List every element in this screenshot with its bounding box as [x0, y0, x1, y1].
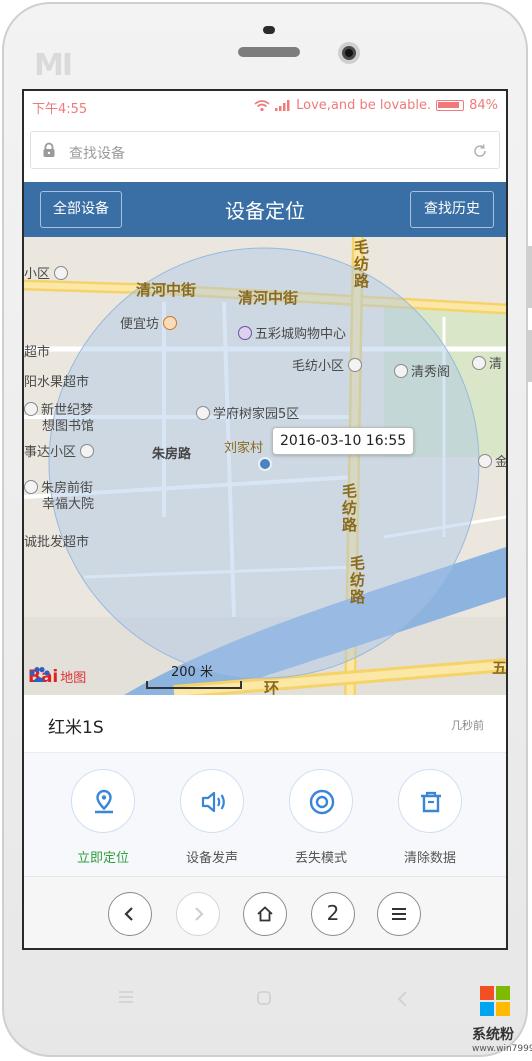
poi-label: 毛纺小区	[292, 355, 365, 374]
road-label: 环	[264, 679, 280, 695]
poi-label: 金	[478, 451, 506, 470]
erase-data-label: 清除数据	[403, 851, 456, 866]
device-name: 红米1S	[48, 718, 104, 738]
poi-label: 诚批发超市	[24, 535, 90, 550]
power-button[interactable]	[528, 330, 532, 382]
browser-nav-bar: 2	[24, 876, 506, 948]
lock-icon	[43, 142, 55, 157]
front-camera	[338, 42, 360, 64]
status-time: 下午4:55	[32, 102, 88, 117]
app-header: 全部设备 设备定位 查找历史	[24, 182, 506, 237]
poi-label: 刘家村	[224, 441, 264, 456]
play-sound-label: 设备发声	[185, 851, 238, 866]
poi-label: 幸福大院	[42, 497, 95, 512]
poi-label: 超市	[24, 345, 51, 360]
poi-label: 阳水果超市	[24, 375, 90, 390]
home-icon	[257, 906, 273, 922]
chevron-right-icon	[195, 907, 204, 921]
poi-label: 清	[472, 353, 502, 372]
location-icon	[95, 789, 113, 814]
refresh-icon[interactable]	[471, 142, 489, 160]
baidu-map-logo: Bai 地图	[28, 667, 86, 687]
battery-icon	[436, 100, 465, 111]
wifi-icon	[254, 99, 270, 111]
paw-icon	[29, 667, 50, 682]
lost-mode-button[interactable]: 丢失模式	[276, 769, 366, 866]
road-label: 清河中街	[136, 281, 197, 299]
last-seen: 几秒前	[451, 719, 484, 732]
hardware-back-icon[interactable]	[396, 990, 410, 1008]
poi-label: 事达小区	[24, 441, 97, 460]
map-view[interactable]: 清河中街 清河中街 毛纺路 毛纺路 毛纺路 朱房路 小区 便宜坊 五彩城购物中心…	[24, 237, 506, 695]
target-icon	[309, 789, 335, 815]
watermark-url: www.win7999.com	[472, 1044, 532, 1054]
battery-percent: 84%	[469, 98, 498, 113]
back-button[interactable]	[108, 892, 152, 936]
signal-icon	[275, 100, 290, 111]
menu-icon	[392, 908, 406, 920]
forward-button[interactable]	[176, 892, 220, 936]
road-label: 清河中街	[238, 289, 299, 307]
mi-logo: MI	[34, 48, 73, 83]
locate-now-button[interactable]: 立即定位	[58, 769, 148, 866]
action-bar: 立即定位 设备发声 丢失模式 清除数据	[24, 753, 506, 876]
tabs-button[interactable]: 2	[311, 892, 355, 936]
hardware-home-icon[interactable]	[256, 990, 272, 1006]
url-bar[interactable]: 查找设备	[30, 131, 500, 169]
sensor	[263, 26, 275, 34]
scale-label: 200 米	[171, 665, 213, 680]
poi-label: 便宜坊	[120, 313, 180, 332]
status-bar: 下午4:55 Love,and be lovable. 84%	[24, 91, 506, 123]
screen: 下午4:55 Love,and be lovable. 84% 查找设备 全部设…	[22, 89, 508, 950]
baidu-map-suffix: 地图	[60, 671, 87, 686]
menu-button[interactable]	[377, 892, 421, 936]
volume-button[interactable]	[528, 246, 532, 308]
device-row[interactable]: 红米1S 几秒前	[24, 695, 506, 753]
road-label: 五	[492, 659, 506, 677]
erase-data-button[interactable]: 清除数据	[385, 769, 475, 866]
road-label: 毛纺路	[342, 482, 358, 534]
earpiece-speaker	[238, 47, 300, 57]
poi-label: 学府树家园5区	[196, 403, 299, 422]
watermark: 系统粉 www.win7999.com	[472, 978, 532, 1058]
status-carrier: Love,and be lovable.	[296, 98, 432, 113]
speaker-icon	[201, 791, 225, 813]
trash-icon	[421, 791, 441, 813]
map-scale: 200 米	[146, 665, 242, 689]
poi-label: 小区	[24, 263, 71, 282]
hardware-menu-icon[interactable]	[117, 990, 135, 1004]
poi-label: 清秀阁	[394, 361, 450, 380]
chevron-left-icon	[124, 907, 133, 921]
location-timestamp: 2016-03-10 16:55	[272, 427, 415, 455]
hardware-keys	[0, 990, 532, 1020]
road-label: 毛纺路	[350, 554, 366, 606]
home-button[interactable]	[243, 892, 287, 936]
poi-label: 五彩城购物中心	[238, 323, 346, 342]
watermark-title: 系统粉	[472, 1027, 514, 1043]
device-location-marker[interactable]	[258, 457, 272, 471]
find-history-button[interactable]: 查找历史	[410, 191, 494, 228]
phone-frame: MI 下午4:55 Love,and be lovable. 84% 查找设备 …	[0, 0, 532, 1061]
windows-logo-icon	[480, 986, 510, 1016]
poi-label: 想图书馆	[42, 419, 95, 434]
url-bar-text[interactable]: 查找设备	[69, 143, 125, 163]
lost-mode-label: 丢失模式	[294, 851, 347, 866]
road-label: 朱房路	[152, 447, 192, 462]
locate-now-label: 立即定位	[76, 851, 129, 866]
play-sound-button[interactable]: 设备发声	[167, 769, 257, 866]
road-label: 毛纺路	[354, 238, 370, 290]
